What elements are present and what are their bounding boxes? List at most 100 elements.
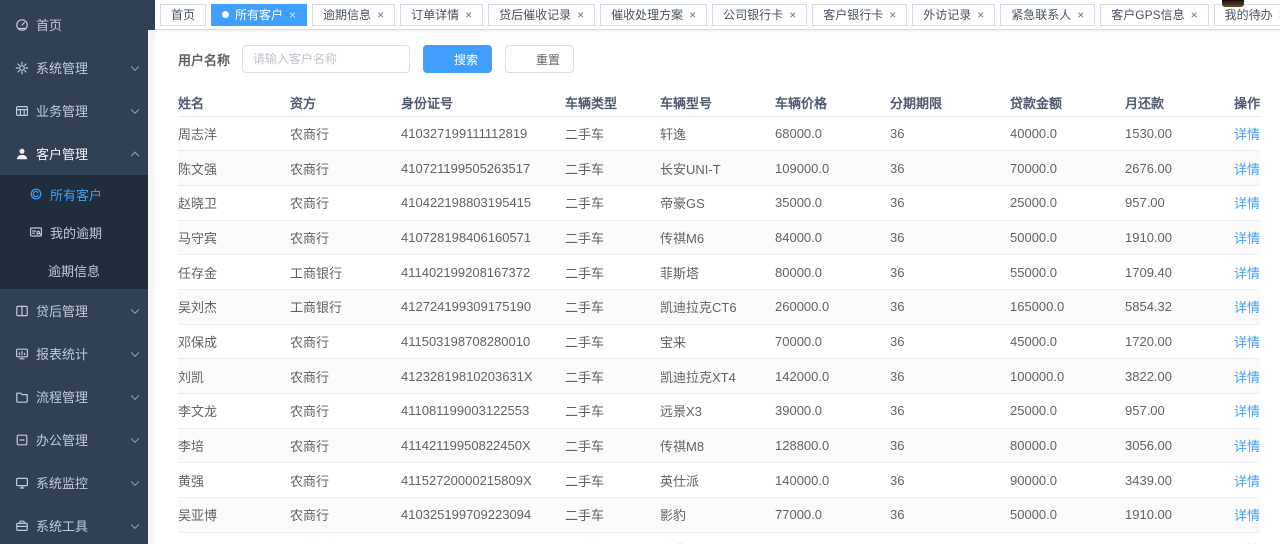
tab-7[interactable]: 客户银行卡 ×	[812, 4, 907, 26]
gear-icon	[15, 61, 29, 75]
column-header-installment_term: 分期期限	[890, 89, 1010, 116]
cell-monthly_payment: 1720.00	[1125, 324, 1225, 359]
sidebar-item-11[interactable]: 系统监控	[0, 461, 155, 504]
table-body: 周志洋农商行410327199111112819二手车轩逸68000.03640…	[178, 116, 1260, 544]
close-icon[interactable]: ×	[1191, 9, 1198, 21]
chevron-icon	[131, 434, 139, 442]
avatar-fragment	[1222, 0, 1244, 7]
sidebar-item-12[interactable]: 系统工具	[0, 504, 155, 544]
cell-funder: 农商行	[290, 463, 401, 498]
cell-vehicle_price: 68000.0	[775, 116, 890, 151]
tab-bar: 首页 所有客户 × 逾期信息 × 订单详情 × 贷后催收记录 × 催收处理方案 …	[155, 0, 1280, 30]
cell-id_number: 411503198708280010	[401, 324, 565, 359]
sidebar-item-6[interactable]: 逾期信息	[0, 251, 155, 289]
detail-link[interactable]: 详情	[1234, 196, 1260, 211]
tab-9[interactable]: 紧急联系人 ×	[1000, 4, 1095, 26]
close-icon[interactable]: ×	[377, 9, 384, 21]
chevron-icon	[131, 520, 139, 528]
cell-name: 黄强	[178, 463, 290, 498]
sidebar-item-0[interactable]: 首页	[0, 3, 155, 46]
tab-label: 订单详情	[411, 6, 459, 23]
detail-link[interactable]: 详情	[1234, 404, 1260, 419]
cell-id_number: 410482199305145170	[401, 532, 565, 544]
cell-monthly_payment: 2676.00	[1125, 151, 1225, 186]
tab-8[interactable]: 外访记录 ×	[912, 4, 995, 26]
cell-loan_amount: 60000.0	[1010, 532, 1125, 544]
close-icon[interactable]: ×	[289, 9, 296, 21]
sidebar-item-10[interactable]: 办公管理	[0, 418, 155, 461]
column-header-funder: 资方	[290, 89, 401, 116]
reset-button[interactable]: 重置	[505, 45, 574, 73]
sidebar-item-4[interactable]: 所有客户	[0, 175, 155, 213]
cell-vehicle_model: 帝豪GS	[660, 185, 775, 220]
cell-action: 详情	[1225, 289, 1260, 324]
table-row-6: 邓保成农商行411503198708280010二手车宝来70000.03645…	[178, 324, 1260, 359]
sidebar-item-9[interactable]: 流程管理	[0, 375, 155, 418]
search-button[interactable]: 搜索	[423, 45, 492, 73]
close-icon[interactable]: ×	[1077, 9, 1084, 21]
detail-link[interactable]: 详情	[1234, 266, 1260, 281]
sidebar-item-2[interactable]: 业务管理	[0, 89, 155, 132]
tab-0[interactable]: 首页	[160, 4, 206, 26]
sidebar-item-1[interactable]: 系统管理	[0, 46, 155, 89]
tab-4[interactable]: 贷后催收记录 ×	[488, 4, 595, 26]
tab-5[interactable]: 催收处理方案 ×	[600, 4, 707, 26]
sidebar-item-3[interactable]: 客户管理	[0, 132, 155, 175]
close-icon[interactable]: ×	[465, 9, 472, 21]
tab-2[interactable]: 逾期信息 ×	[312, 4, 395, 26]
tab-10[interactable]: 客户GPS信息 ×	[1100, 4, 1208, 26]
dashboard-icon	[15, 18, 29, 32]
cell-action: 详情	[1225, 151, 1260, 186]
sidebar-scrollbar[interactable]	[148, 30, 155, 544]
cell-name: 贾朋辉	[178, 532, 290, 544]
sidebar-item-label: 客户管理	[36, 144, 88, 163]
tab-6[interactable]: 公司银行卡 ×	[712, 4, 807, 26]
cell-installment_term: 36	[890, 220, 1010, 255]
tab-3[interactable]: 订单详情 ×	[400, 4, 483, 26]
detail-link[interactable]: 详情	[1234, 439, 1260, 454]
cell-action: 详情	[1225, 324, 1260, 359]
cell-monthly_payment: 1910.00	[1125, 220, 1225, 255]
refresh-icon	[519, 53, 531, 65]
sidebar-item-label: 所有客户	[50, 185, 102, 204]
detail-link[interactable]: 详情	[1234, 370, 1260, 385]
close-icon[interactable]: ×	[889, 9, 896, 21]
cell-name: 刘凯	[178, 359, 290, 394]
detail-link[interactable]: 详情	[1234, 508, 1260, 523]
cell-monthly_payment: 3056.00	[1125, 428, 1225, 463]
detail-link[interactable]: 详情	[1234, 300, 1260, 315]
search-input[interactable]	[242, 45, 410, 73]
detail-link[interactable]: 详情	[1234, 231, 1260, 246]
sidebar-item-8[interactable]: 报表统计	[0, 332, 155, 375]
columns-icon	[15, 304, 29, 318]
sidebar-item-label: 我的逾期	[50, 223, 102, 242]
cell-installment_term: 36	[890, 116, 1010, 151]
cell-vehicle_model: 宝来	[660, 324, 775, 359]
sidebar-item-label: 系统工具	[36, 516, 88, 535]
detail-link[interactable]: 详情	[1234, 162, 1260, 177]
active-dot-icon	[222, 11, 229, 18]
close-icon[interactable]: ×	[689, 9, 696, 21]
sidebar-item-7[interactable]: 贷后管理	[0, 289, 155, 332]
tab-1[interactable]: 所有客户 ×	[211, 4, 307, 26]
customers-table: 姓名资方身份证号车辆类型车辆型号车辆价格分期期限贷款金额月还款操作 周志洋农商行…	[178, 89, 1260, 544]
close-icon[interactable]: ×	[577, 9, 584, 21]
cell-funder: 农商行	[290, 394, 401, 429]
detail-link[interactable]: 详情	[1234, 127, 1260, 142]
cell-vehicle_price: 80000.0	[775, 255, 890, 290]
cell-funder: 农商行	[290, 220, 401, 255]
close-icon[interactable]: ×	[977, 9, 984, 21]
cell-name: 马守宾	[178, 220, 290, 255]
cell-loan_amount: 25000.0	[1010, 394, 1125, 429]
detail-link[interactable]: 详情	[1234, 335, 1260, 350]
cell-vehicle_price: 77000.0	[775, 498, 890, 533]
detail-link[interactable]: 详情	[1234, 474, 1260, 489]
cell-id_number: 410327199111112819	[401, 116, 565, 151]
cell-action: 详情	[1225, 116, 1260, 151]
tab-label: 首页	[171, 6, 195, 23]
close-icon[interactable]: ×	[789, 9, 796, 21]
sidebar-item-5[interactable]: 我的逾期	[0, 213, 155, 251]
cell-installment_term: 36	[890, 498, 1010, 533]
cell-vehicle_model: 长安UNI-T	[660, 151, 775, 186]
cell-vehicle_type: 二手车	[565, 185, 660, 220]
